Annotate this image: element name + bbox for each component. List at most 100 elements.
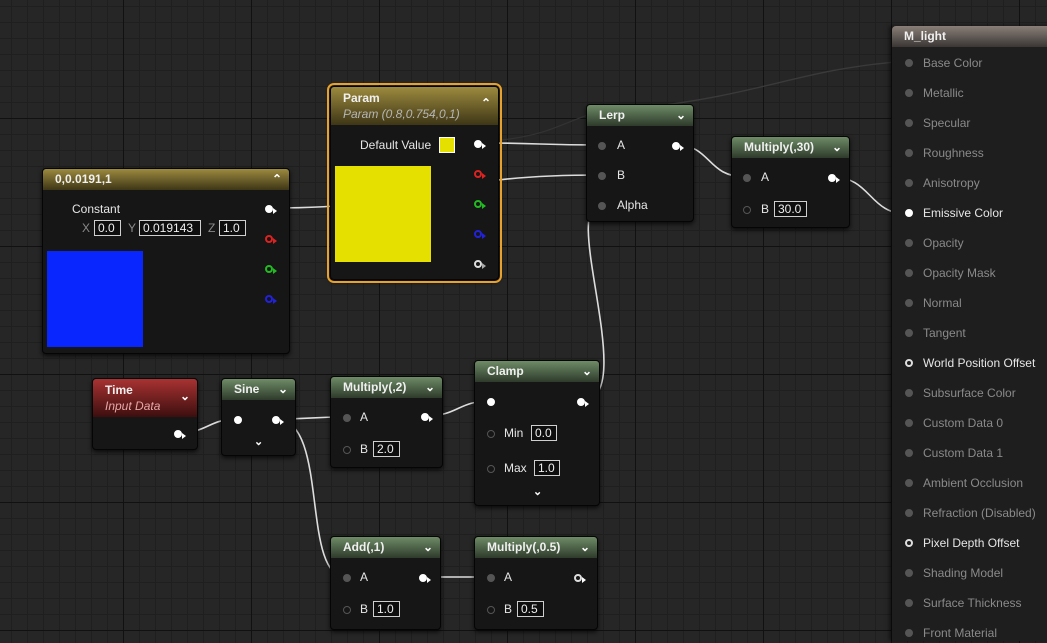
multiply30-a-pin[interactable] <box>743 174 751 182</box>
material-input-pin[interactable] <box>905 179 913 187</box>
multiply05-node-header[interactable]: Multiply(,0.5) ⌄ <box>475 537 597 558</box>
red-channel-pin[interactable] <box>265 235 277 244</box>
sine-input-pin[interactable] <box>234 416 242 424</box>
material-input-pin[interactable] <box>905 299 913 307</box>
time-node-header[interactable]: Time Input Data ⌄ <box>93 379 197 417</box>
add1-node-header[interactable]: Add(,1) ⌄ <box>331 537 440 558</box>
multiply05-node[interactable]: Multiply(,0.5) ⌄ A B 0.5 <box>474 536 598 630</box>
y-value-input[interactable]: 0.019143 <box>139 220 201 236</box>
lerp-a-pin[interactable] <box>598 142 606 150</box>
time-output-pin[interactable] <box>174 430 186 439</box>
multiply2-node[interactable]: Multiply(,2) ⌄ A B 2.0 <box>330 376 443 468</box>
clamp-node-header[interactable]: Clamp ⌄ <box>475 361 599 382</box>
green-channel-pin[interactable] <box>474 200 486 209</box>
material-input-label: Shading Model <box>923 566 1004 580</box>
material-input-pin[interactable] <box>905 149 913 157</box>
clamp-node[interactable]: Clamp ⌄ Min 0.0 Max 1.0 ⌄ <box>474 360 600 506</box>
z-value-input[interactable]: 1.0 <box>219 220 246 236</box>
chevron-down-icon[interactable]: ⌄ <box>423 537 433 558</box>
multiply05-output-pin[interactable] <box>574 574 586 583</box>
add1-b-pin[interactable] <box>343 606 351 614</box>
chevron-down-icon[interactable]: ⌄ <box>582 361 592 382</box>
sine-output-pin[interactable] <box>272 416 284 425</box>
param-node[interactable]: Param Param (0.8,0.754,0,1) ⌃ Default Va… <box>327 83 502 283</box>
material-input-pin[interactable] <box>905 209 913 217</box>
chevron-down-icon[interactable]: ⌄ <box>425 377 435 398</box>
chevron-down-icon[interactable]: ⌄ <box>832 137 842 158</box>
material-input-pin[interactable] <box>905 449 913 457</box>
multiply2-b-input[interactable]: 2.0 <box>373 441 400 457</box>
material-input-pin[interactable] <box>905 539 913 547</box>
expand-chevron-icon[interactable]: ⌄ <box>533 485 542 498</box>
chevron-up-icon[interactable]: ⌃ <box>481 95 491 111</box>
material-node-header[interactable]: M_light <box>892 26 1047 47</box>
chevron-up-icon[interactable]: ⌃ <box>272 169 282 190</box>
blue-channel-pin[interactable] <box>265 295 277 304</box>
material-input-pin[interactable] <box>905 389 913 397</box>
multiply2-a-pin[interactable] <box>343 414 351 422</box>
material-input-label: Surface Thickness <box>923 596 1022 610</box>
multiply2-node-header[interactable]: Multiply(,2) ⌄ <box>331 377 442 398</box>
constant-node[interactable]: 0,0.0191,1 ⌃ Constant X 0.0 Y 0.019143 Z… <box>42 168 290 354</box>
lerp-node[interactable]: Lerp ⌄ A B Alpha <box>586 104 694 222</box>
sine-node[interactable]: Sine ⌄ ⌄ <box>221 378 296 456</box>
material-input-pin[interactable] <box>905 419 913 427</box>
lerp-alpha-pin[interactable] <box>598 202 606 210</box>
add1-node[interactable]: Add(,1) ⌄ A B 1.0 <box>330 536 441 630</box>
multiply30-output-pin[interactable] <box>828 174 840 183</box>
material-input-pin[interactable] <box>905 329 913 337</box>
clamp-min-pin[interactable] <box>487 430 495 438</box>
green-channel-pin[interactable] <box>265 265 277 274</box>
alpha-channel-pin[interactable] <box>474 260 486 269</box>
material-result-node[interactable]: M_light Base Color Metallic Specular Roughn… <box>891 26 1047 641</box>
material-input-pin[interactable] <box>905 479 913 487</box>
multiply05-b-pin[interactable] <box>487 606 495 614</box>
time-node[interactable]: Time Input Data ⌄ <box>92 378 198 450</box>
add1-output-pin[interactable] <box>419 574 431 583</box>
chevron-down-icon[interactable]: ⌄ <box>278 379 288 400</box>
clamp-min-input[interactable]: 0.0 <box>531 425 557 441</box>
default-value-swatch[interactable] <box>439 137 455 153</box>
material-input-pin[interactable] <box>905 239 913 247</box>
constant-node-header[interactable]: 0,0.0191,1 ⌃ <box>43 169 289 190</box>
material-input-pin[interactable] <box>905 509 913 517</box>
clamp-max-input[interactable]: 1.0 <box>534 460 560 476</box>
blue-channel-pin[interactable] <box>474 230 486 239</box>
multiply30-node-header[interactable]: Multiply(,30) ⌄ <box>732 137 849 158</box>
lerp-b-pin[interactable] <box>598 172 606 180</box>
material-input-pin[interactable] <box>905 89 913 97</box>
expand-chevron-icon[interactable]: ⌄ <box>254 435 263 448</box>
x-value-input[interactable]: 0.0 <box>94 220 121 236</box>
add1-b-input[interactable]: 1.0 <box>373 601 400 617</box>
material-input-pin[interactable] <box>905 59 913 67</box>
material-input-pin[interactable] <box>905 269 913 277</box>
material-input-pin[interactable] <box>905 119 913 127</box>
material-input-pin[interactable] <box>905 359 913 367</box>
red-channel-pin[interactable] <box>474 170 486 179</box>
param-node-header[interactable]: Param Param (0.8,0.754,0,1) ⌃ <box>331 87 498 125</box>
constant-output-pin[interactable] <box>265 205 277 214</box>
material-input-pin[interactable] <box>905 599 913 607</box>
clamp-output-pin[interactable] <box>577 398 589 407</box>
param-output-pin[interactable] <box>474 140 486 149</box>
clamp-max-pin[interactable] <box>487 465 495 473</box>
multiply05-b-input[interactable]: 0.5 <box>517 601 544 617</box>
sine-node-header[interactable]: Sine ⌄ <box>222 379 295 400</box>
multiply30-node[interactable]: Multiply(,30) ⌄ A B 30.0 <box>731 136 850 228</box>
clamp-input-pin[interactable] <box>487 398 495 406</box>
add1-a-pin[interactable] <box>343 574 351 582</box>
chevron-down-icon[interactable]: ⌄ <box>180 388 190 404</box>
multiply30-b-pin[interactable] <box>743 206 751 214</box>
multiply2-output-pin[interactable] <box>421 413 433 422</box>
material-input-pin[interactable] <box>905 569 913 577</box>
param-node-subtitle: Param (0.8,0.754,0,1) <box>343 107 460 121</box>
chevron-down-icon[interactable]: ⌄ <box>676 105 686 126</box>
sine-node-title: Sine <box>234 382 260 396</box>
material-input-pin[interactable] <box>905 629 913 637</box>
lerp-node-header[interactable]: Lerp ⌄ <box>587 105 693 126</box>
chevron-down-icon[interactable]: ⌄ <box>580 537 590 558</box>
multiply30-b-input[interactable]: 30.0 <box>774 201 807 217</box>
multiply2-b-pin[interactable] <box>343 446 351 454</box>
multiply05-a-pin[interactable] <box>487 574 495 582</box>
lerp-output-pin[interactable] <box>672 142 684 151</box>
